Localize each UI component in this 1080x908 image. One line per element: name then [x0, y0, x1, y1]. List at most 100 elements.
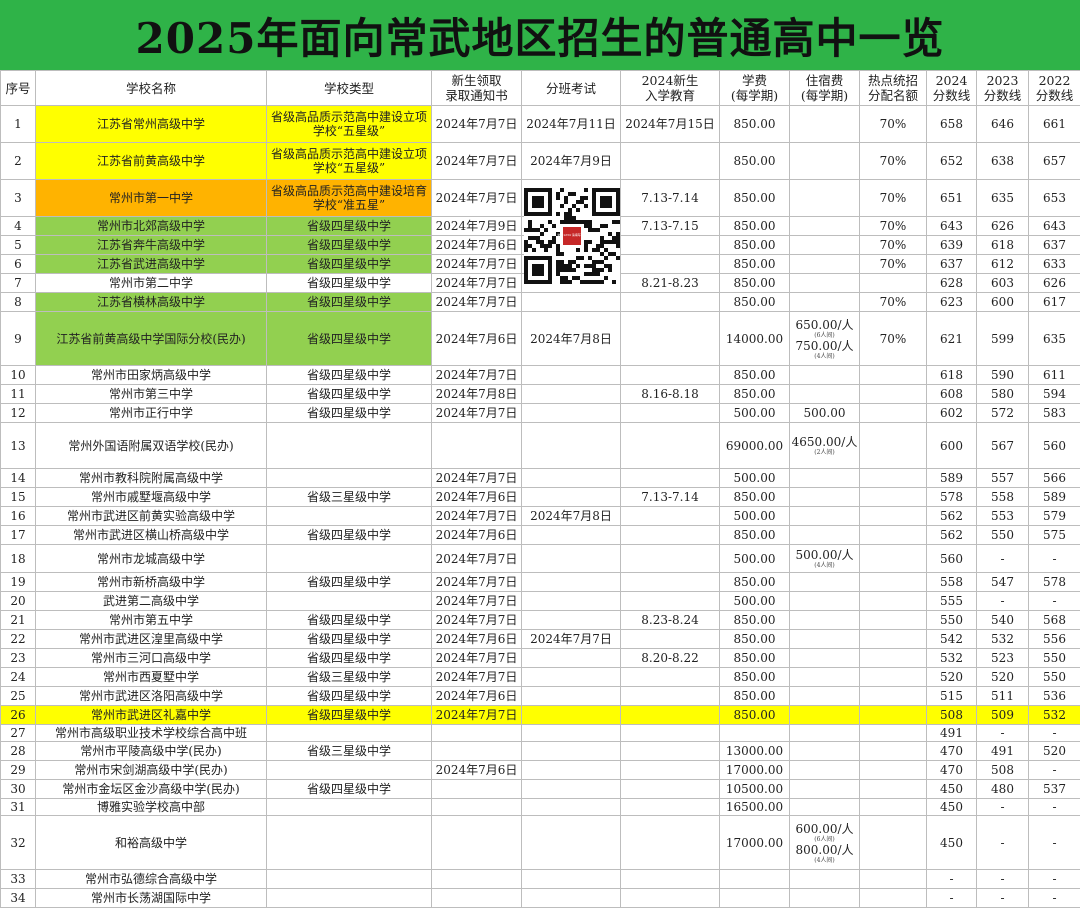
cell-edu — [621, 630, 720, 649]
cell-name: 常州市西夏墅中学 — [36, 668, 267, 687]
cell-notice: 2024年7月6日 — [432, 526, 522, 545]
cell-s22: 550 — [1029, 668, 1080, 687]
cell-fee: 500.00 — [720, 469, 790, 488]
cell-notice: 2024年7月7日 — [432, 649, 522, 668]
cell-fee — [720, 870, 790, 889]
cell-dorm — [790, 649, 860, 668]
header-edu: 2024新生入学教育 — [621, 71, 720, 106]
cell-quota — [860, 780, 927, 799]
cell-dorm — [790, 706, 860, 725]
cell-no: 25 — [1, 687, 36, 706]
cell-notice — [432, 870, 522, 889]
cell-no: 15 — [1, 488, 36, 507]
cell-s22: 653 — [1029, 180, 1080, 217]
table-row: 26常州市武进区礼嘉中学省级四星级中学2024年7月7日850.00508509… — [1, 706, 1080, 725]
cell-dorm — [790, 366, 860, 385]
cell-edu — [621, 725, 720, 742]
cell-notice: 2024年7月6日 — [432, 312, 522, 366]
cell-exam — [522, 870, 621, 889]
cell-s24: 560 — [927, 545, 977, 573]
cell-no: 27 — [1, 725, 36, 742]
cell-no: 32 — [1, 816, 36, 870]
cell-no: 24 — [1, 668, 36, 687]
cell-s24: 628 — [927, 274, 977, 293]
cell-exam — [522, 545, 621, 573]
table-row: 18常州市龙城高级中学2024年7月7日500.00500.00/人(4人间)5… — [1, 545, 1080, 573]
cell-s23: 612 — [977, 255, 1029, 274]
cell-quota — [860, 592, 927, 611]
cell-type: 省级四星级中学 — [267, 404, 432, 423]
cell-fee: 850.00 — [720, 293, 790, 312]
cell-quota — [860, 687, 927, 706]
header-s23: 2023分数线 — [977, 71, 1029, 106]
cell-fee: 17000.00 — [720, 761, 790, 780]
cell-no: 3 — [1, 180, 36, 217]
cell-fee: 500.00 — [720, 592, 790, 611]
dorm-room-type: (4人间) — [790, 562, 859, 569]
cell-fee: 850.00 — [720, 255, 790, 274]
cell-fee: 16500.00 — [720, 799, 790, 816]
cell-s24: 608 — [927, 385, 977, 404]
cell-s24: 623 — [927, 293, 977, 312]
cell-s23: 511 — [977, 687, 1029, 706]
dorm-fee: 650.00/人 — [790, 318, 859, 332]
cell-edu: 8.16-8.18 — [621, 385, 720, 404]
cell-no: 7 — [1, 274, 36, 293]
cell-quota — [860, 816, 927, 870]
cell-s23: 550 — [977, 526, 1029, 545]
cell-name: 常州市武进区湟里高级中学 — [36, 630, 267, 649]
cell-quota — [860, 385, 927, 404]
dorm-room-type-2: (4人间) — [790, 353, 859, 360]
cell-exam — [522, 649, 621, 668]
cell-dorm — [790, 592, 860, 611]
cell-s22: - — [1029, 799, 1080, 816]
cell-s22: 556 — [1029, 630, 1080, 649]
cell-s22: - — [1029, 889, 1080, 908]
cell-s22: 594 — [1029, 385, 1080, 404]
qr-logo-text: 常州1234 请填写小编 — [557, 232, 587, 237]
cell-type: 省级四星级中学 — [267, 526, 432, 545]
cell-s22: 578 — [1029, 573, 1080, 592]
cell-exam — [522, 611, 621, 630]
cell-fee: 850.00 — [720, 526, 790, 545]
cell-no: 21 — [1, 611, 36, 630]
header-type: 学校类型 — [267, 71, 432, 106]
cell-s22: - — [1029, 761, 1080, 780]
dorm-fee: 500.00/人 — [790, 548, 859, 562]
cell-exam: 2024年7月8日 — [522, 507, 621, 526]
cell-quota — [860, 668, 927, 687]
cell-no: 9 — [1, 312, 36, 366]
cell-type — [267, 761, 432, 780]
cell-notice: 2024年7月7日 — [432, 573, 522, 592]
cell-exam — [522, 742, 621, 761]
cell-exam — [522, 488, 621, 507]
cell-notice: 2024年7月6日 — [432, 488, 522, 507]
header-name: 学校名称 — [36, 71, 267, 106]
cell-s24: 562 — [927, 507, 977, 526]
header-dorm: 住宿费(每学期) — [790, 71, 860, 106]
cell-name: 常州市田家炳高级中学 — [36, 366, 267, 385]
cell-s23: 558 — [977, 488, 1029, 507]
cell-notice: 2024年7月7日 — [432, 507, 522, 526]
cell-type: 省级三星级中学 — [267, 742, 432, 761]
table-row: 14常州市教科院附属高级中学2024年7月7日500.00589557566 — [1, 469, 1080, 488]
cell-quota: 70% — [860, 217, 927, 236]
cell-name: 常州市长荡湖国际中学 — [36, 889, 267, 908]
cell-no: 19 — [1, 573, 36, 592]
cell-fee: 850.00 — [720, 687, 790, 706]
cell-fee: 850.00 — [720, 106, 790, 143]
cell-name: 江苏省前黄高级中学国际分校(民办) — [36, 312, 267, 366]
cell-s22: 560 — [1029, 423, 1080, 469]
cell-type — [267, 799, 432, 816]
cell-s24: 602 — [927, 404, 977, 423]
dorm-fee-2: 800.00/人 — [790, 843, 859, 857]
cell-type: 省级三星级中学 — [267, 668, 432, 687]
cell-edu — [621, 816, 720, 870]
cell-fee: 850.00 — [720, 385, 790, 404]
cell-s24: 532 — [927, 649, 977, 668]
cell-exam: 2024年7月8日 — [522, 312, 621, 366]
cell-dorm — [790, 761, 860, 780]
cell-fee: 850.00 — [720, 649, 790, 668]
cell-quota — [860, 742, 927, 761]
cell-dorm — [790, 469, 860, 488]
